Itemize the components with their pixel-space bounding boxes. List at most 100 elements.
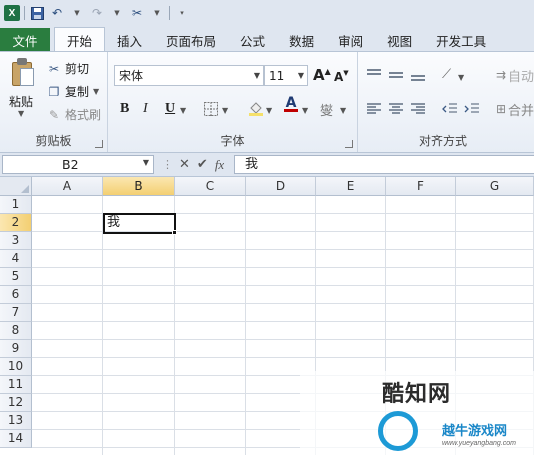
column-header-g[interactable]: G (456, 177, 534, 196)
orientation-dropdown-icon[interactable]: ▼ (458, 68, 464, 86)
font-color-label: A (285, 95, 297, 111)
row-header-8[interactable]: 8 (0, 322, 32, 340)
redo-icon[interactable]: ↷ (89, 5, 105, 21)
column-header-c[interactable]: C (175, 177, 246, 196)
copy-label: 复制 (65, 85, 90, 99)
borders-dropdown-icon[interactable]: ▼ (222, 101, 228, 119)
clipboard-launcher-icon[interactable] (95, 140, 103, 148)
row-header-2[interactable]: 2 (0, 214, 32, 232)
shrink-font-button[interactable]: A ▼ (334, 68, 349, 86)
row-gridline (32, 339, 534, 340)
format-painter-button[interactable]: ✎ 格式刷 (47, 106, 101, 123)
wrap-text-label: 自动 (508, 69, 534, 85)
bold-button[interactable]: B (120, 100, 129, 118)
copy-button[interactable]: ❐ 复制 ▼ (47, 83, 100, 100)
tab-data[interactable]: 数据 (277, 28, 326, 52)
cancel-icon[interactable]: ✕ (179, 157, 190, 172)
insert-function-button[interactable]: fx (215, 157, 224, 173)
wrap-text-button[interactable]: ⇉ 自动 (494, 66, 534, 85)
tab-file[interactable]: 文件 (0, 28, 50, 52)
grow-font-label: A (313, 66, 325, 84)
name-box[interactable]: B2 ▼ (2, 155, 154, 174)
underline-dropdown-icon[interactable]: ▼ (180, 101, 186, 119)
underline-button[interactable]: U (165, 100, 175, 118)
cell-b2[interactable]: 我 (107, 214, 120, 232)
tab-formulas[interactable]: 公式 (228, 28, 277, 52)
font-color-swatch (284, 109, 298, 112)
font-launcher-icon[interactable] (345, 140, 353, 148)
tab-insert[interactable]: 插入 (105, 28, 154, 52)
customize-icon[interactable]: ▾ (174, 5, 190, 21)
undo-icon[interactable]: ↶ (49, 5, 65, 21)
align-center-icon[interactable] (388, 100, 404, 118)
row-header-1[interactable]: 1 (0, 196, 32, 214)
row-header-5[interactable]: 5 (0, 268, 32, 286)
row-header-6[interactable]: 6 (0, 286, 32, 304)
align-middle-icon[interactable] (388, 66, 404, 84)
grow-font-button[interactable]: A ▲ (313, 66, 331, 84)
chevron-down-icon: ▼ (253, 71, 260, 80)
column-header-e[interactable]: E (316, 177, 386, 196)
borders-icon[interactable] (204, 100, 218, 118)
align-left-icon[interactable] (366, 100, 382, 118)
column-header-b[interactable]: B (103, 177, 175, 196)
font-size-combo[interactable]: 11 ▼ (264, 65, 308, 86)
paste-button[interactable]: 粘贴 (9, 93, 33, 110)
phonetic-button[interactable]: 燮 (320, 100, 333, 119)
column-header-d[interactable]: D (246, 177, 316, 196)
merge-icon: ⊞ (495, 102, 507, 116)
fill-color-dropdown-icon[interactable]: ▼ (266, 101, 272, 119)
copy-dropdown-icon[interactable]: ▼ (93, 87, 99, 96)
select-all-button[interactable] (0, 177, 32, 196)
align-bottom-icon[interactable] (410, 66, 426, 84)
increase-indent-icon[interactable] (464, 100, 480, 118)
tools-icon[interactable]: ✂ (129, 5, 145, 21)
row-header-12[interactable]: 12 (0, 394, 32, 412)
paste-dropdown-icon[interactable]: ▼ (18, 109, 24, 118)
merge-button[interactable]: ⊞ 合并 (494, 100, 534, 119)
wrap-text-icon: ⇉ (495, 68, 507, 82)
align-right-icon[interactable] (410, 100, 426, 118)
row-gridline (32, 321, 534, 322)
resize-handle-icon[interactable]: ⋮ (162, 158, 173, 171)
row-header-11[interactable]: 11 (0, 376, 32, 394)
align-top-icon[interactable] (366, 66, 382, 84)
row-header-14[interactable]: 14 (0, 430, 32, 448)
orientation-icon[interactable]: ⟋ (442, 65, 451, 83)
chevron-down-icon: ▼ (297, 71, 304, 80)
italic-button[interactable]: I (143, 100, 148, 118)
tab-review[interactable]: 审阅 (326, 28, 375, 52)
quick-access-toolbar: X ↶ ▼ ↷ ▼ ✂ ▼ ▾ (0, 0, 534, 26)
phonetic-dropdown-icon[interactable]: ▼ (340, 101, 346, 119)
tab-view[interactable]: 视图 (375, 28, 424, 52)
row-gridline (32, 357, 534, 358)
enter-icon[interactable]: ✔ (197, 157, 208, 172)
row-header-4[interactable]: 4 (0, 250, 32, 268)
font-color-dropdown-icon[interactable]: ▼ (302, 101, 308, 119)
font-name-combo[interactable]: 宋体 ▼ (114, 65, 264, 86)
row-header-3[interactable]: 3 (0, 232, 32, 250)
cut-label: 剪切 (65, 62, 90, 76)
tab-page-layout[interactable]: 页面布局 (154, 28, 228, 52)
redo-dropdown-icon[interactable]: ▼ (109, 5, 125, 21)
fill-handle[interactable] (172, 230, 177, 235)
excel-icon: X (4, 5, 20, 21)
shrink-font-label: A (334, 70, 344, 84)
decrease-indent-icon[interactable] (442, 100, 458, 118)
formula-input[interactable]: 我 (234, 155, 534, 174)
row-header-7[interactable]: 7 (0, 304, 32, 322)
font-color-button[interactable]: A (284, 95, 298, 115)
row-header-9[interactable]: 9 (0, 340, 32, 358)
column-header-f[interactable]: F (386, 177, 456, 196)
tab-home[interactable]: 开始 (54, 27, 106, 52)
tools-dropdown-icon[interactable]: ▼ (149, 5, 165, 21)
row-header-10[interactable]: 10 (0, 358, 32, 376)
tab-developer[interactable]: 开发工具 (424, 28, 498, 52)
fill-color-icon[interactable] (248, 99, 264, 117)
cut-button[interactable]: ✂ 剪切 (47, 60, 89, 77)
save-icon[interactable] (29, 5, 45, 21)
row-header-13[interactable]: 13 (0, 412, 32, 430)
paste-icon[interactable] (10, 58, 36, 88)
column-header-a[interactable]: A (32, 177, 103, 196)
undo-dropdown-icon[interactable]: ▼ (69, 5, 85, 21)
